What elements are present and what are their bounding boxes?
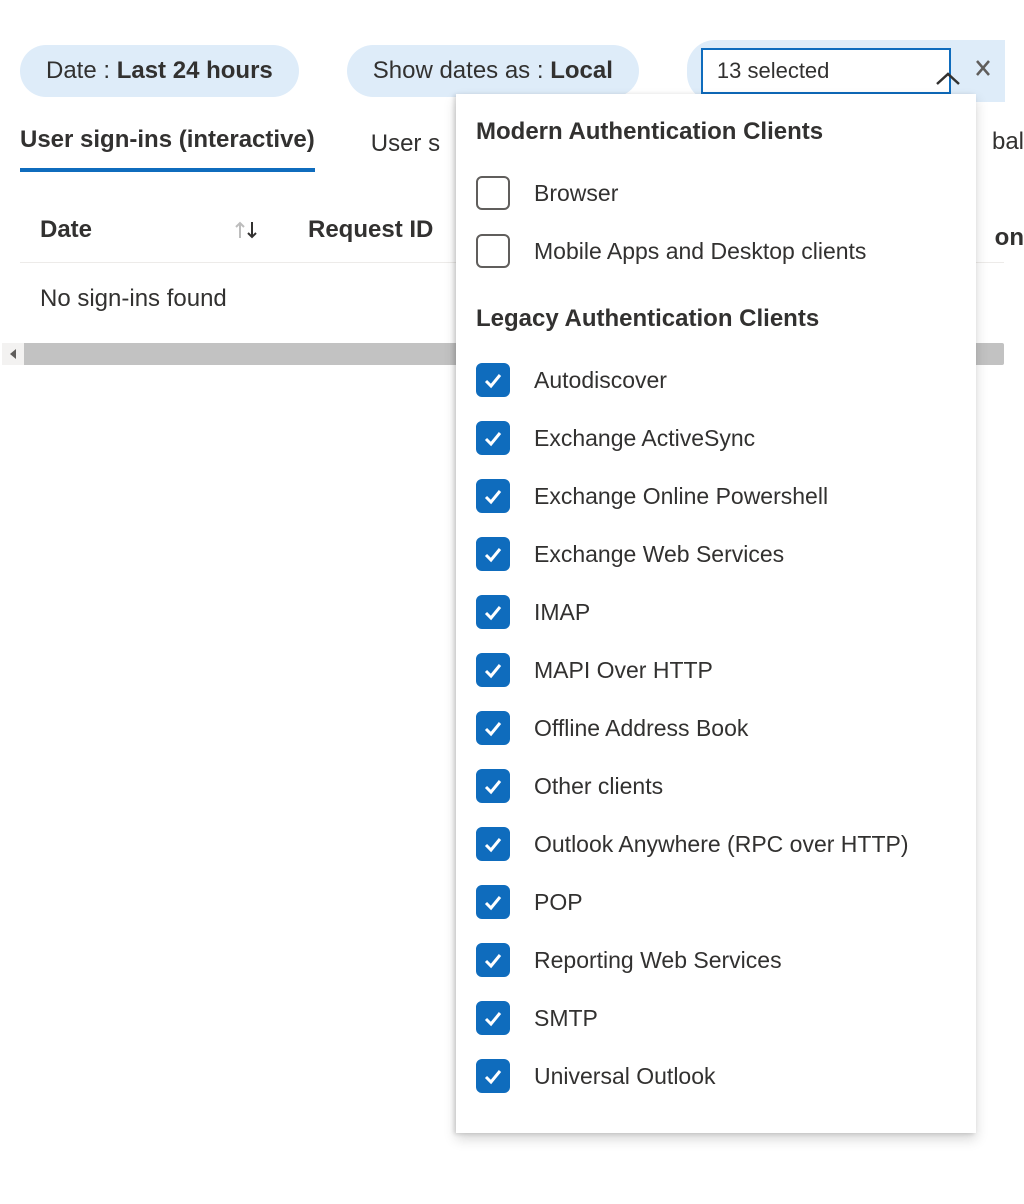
checkbox-icon[interactable] [476, 769, 510, 803]
option-offline-address-book[interactable]: Offline Address Book [476, 699, 956, 757]
option-label: Universal Outlook [534, 1063, 716, 1090]
close-icon[interactable] [973, 55, 991, 88]
tab-label-partial: User s [371, 130, 440, 157]
clipped-tab-text: bal [992, 128, 1024, 156]
group-modern-auth: Browser Mobile Apps and Desktop clients [476, 164, 956, 280]
option-label: Reporting Web Services [534, 947, 782, 974]
show-dates-pill[interactable]: Show dates as : Local [347, 45, 639, 97]
option-other-clients[interactable]: Other clients [476, 757, 956, 815]
option-mapi-over-http[interactable]: MAPI Over HTTP [476, 641, 956, 699]
group-legacy-auth: Autodiscover Exchange ActiveSync Exchange … [476, 351, 956, 1105]
option-smtp[interactable]: SMTP [476, 989, 956, 1047]
option-autodiscover[interactable]: Autodiscover [476, 351, 956, 409]
option-label: Exchange Online Powershell [534, 483, 828, 510]
date-filter-label: Date : [46, 57, 117, 84]
option-exchange-online-powershell[interactable]: Exchange Online Powershell [476, 467, 956, 525]
option-label: Other clients [534, 773, 663, 800]
scroll-left-button[interactable] [2, 343, 24, 365]
option-label: Outlook Anywhere (RPC over HTTP) [534, 831, 909, 858]
option-universal-outlook[interactable]: Universal Outlook [476, 1047, 956, 1105]
option-label: SMTP [534, 1005, 598, 1032]
date-filter-pill[interactable]: Date : Last 24 hours [20, 45, 299, 97]
option-label: POP [534, 889, 583, 916]
option-mobile-apps-and-desktop-clients[interactable]: Mobile Apps and Desktop clients [476, 222, 956, 280]
option-exchange-activesync[interactable]: Exchange ActiveSync [476, 409, 956, 467]
checkbox-icon[interactable] [476, 595, 510, 629]
checkbox-icon[interactable] [476, 943, 510, 977]
clipped-column-text: on [995, 224, 1024, 252]
checkbox-icon[interactable] [476, 363, 510, 397]
tab-user-signins-noninteractive[interactable]: User s [371, 130, 441, 172]
column-date-label: Date [40, 216, 92, 244]
show-dates-value: Local [550, 57, 613, 84]
tab-user-signins-interactive[interactable]: User sign-ins (interactive) [20, 126, 315, 172]
group-modern-auth-title: Modern Authentication Clients [476, 118, 956, 146]
option-label: Offline Address Book [534, 715, 748, 742]
checkbox-icon[interactable] [476, 1059, 510, 1093]
client-app-filter-pill[interactable]: 13 selected [687, 40, 1005, 102]
checkbox-icon[interactable] [476, 479, 510, 513]
client-app-select[interactable]: 13 selected [701, 48, 951, 94]
option-label: Autodiscover [534, 367, 667, 394]
option-browser[interactable]: Browser [476, 164, 956, 222]
option-pop[interactable]: POP [476, 873, 956, 931]
sort-icon[interactable] [232, 218, 262, 242]
checkbox-icon[interactable] [476, 537, 510, 571]
checkbox-icon[interactable] [476, 711, 510, 745]
client-app-dropdown: Modern Authentication Clients Browser Mob… [456, 94, 976, 1133]
show-dates-label: Show dates as : [373, 57, 550, 84]
tab-label: User sign-ins (interactive) [20, 126, 315, 153]
date-filter-value: Last 24 hours [117, 57, 273, 84]
group-legacy-auth-title: Legacy Authentication Clients [476, 304, 956, 333]
checkbox-icon[interactable] [476, 234, 510, 268]
client-app-selected-label: 13 selected [717, 58, 830, 84]
option-reporting-web-services[interactable]: Reporting Web Services [476, 931, 956, 989]
checkbox-icon[interactable] [476, 827, 510, 861]
option-label: MAPI Over HTTP [534, 657, 713, 684]
column-date[interactable]: Date [40, 216, 300, 244]
column-request-label: Request ID [308, 216, 433, 243]
option-outlook-anywhere-rpc-over-http-[interactable]: Outlook Anywhere (RPC over HTTP) [476, 815, 956, 873]
option-label: Mobile Apps and Desktop clients [534, 238, 866, 265]
option-label: Exchange Web Services [534, 541, 784, 568]
checkbox-icon[interactable] [476, 885, 510, 919]
option-label: IMAP [534, 599, 590, 626]
option-imap[interactable]: IMAP [476, 583, 956, 641]
checkbox-icon[interactable] [476, 421, 510, 455]
checkbox-icon[interactable] [476, 176, 510, 210]
checkbox-icon[interactable] [476, 653, 510, 687]
column-request-id[interactable]: Request ID [308, 216, 433, 244]
checkbox-icon[interactable] [476, 1001, 510, 1035]
option-label: Browser [534, 180, 618, 207]
option-label: Exchange ActiveSync [534, 425, 755, 452]
option-exchange-web-services[interactable]: Exchange Web Services [476, 525, 956, 583]
